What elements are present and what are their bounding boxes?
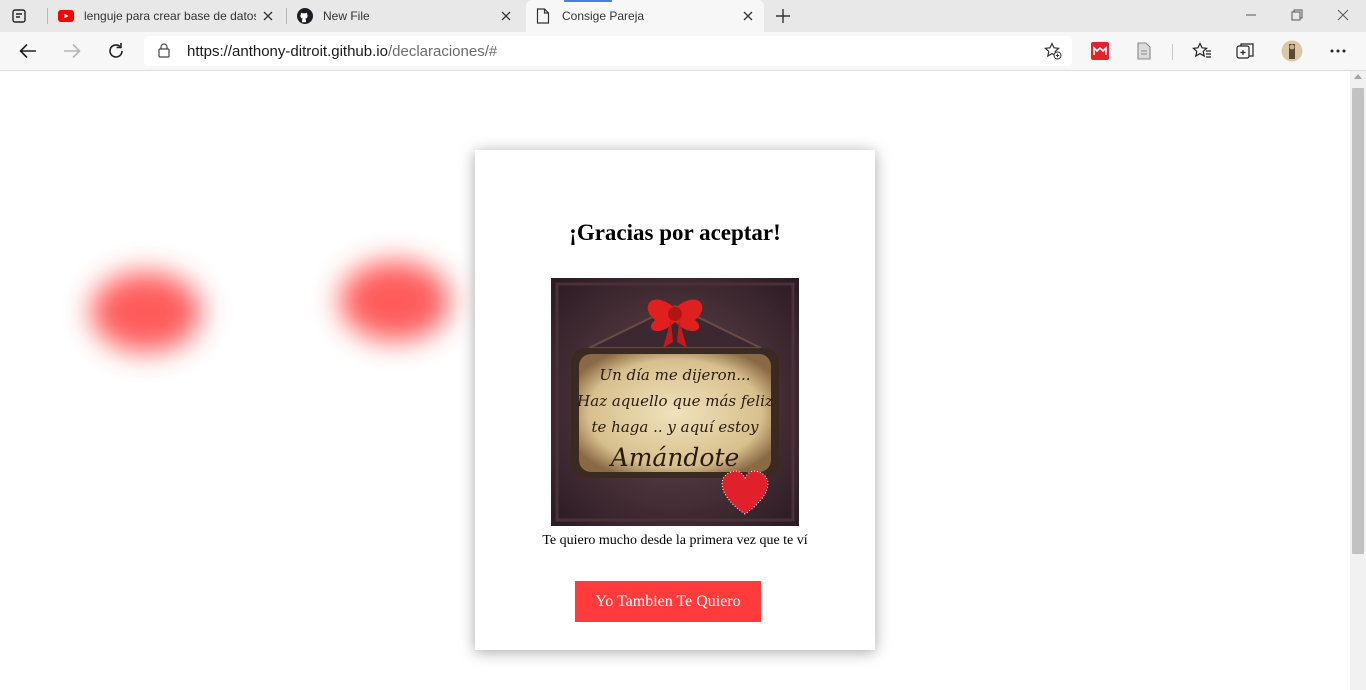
page-icon — [536, 8, 550, 27]
address-bar[interactable]: https://anthony-ditroit.github.io/declar… — [144, 36, 1072, 66]
love-quote-image: Un día me dijeron... Haz aquello que más… — [551, 278, 799, 526]
refresh-icon[interactable] — [102, 38, 130, 64]
restore-icon[interactable] — [1285, 4, 1309, 26]
scrollbar-thumb[interactable] — [1352, 88, 1364, 554]
love-message: Te quiero mucho desde la primera vez que… — [542, 533, 808, 548]
scroll-up-icon[interactable] — [1354, 74, 1362, 79]
back-icon[interactable] — [14, 38, 42, 64]
close-icon[interactable] — [740, 8, 756, 24]
page-scrollbar[interactable] — [1350, 71, 1366, 690]
tab-label: lenguje para crear base de datos — [84, 9, 256, 23]
lock-icon[interactable] — [158, 43, 170, 63]
forward-icon[interactable] — [58, 38, 86, 64]
url-host: https://anthony-ditroit.github.io — [187, 43, 388, 60]
tab-actions-icon[interactable] — [8, 6, 30, 26]
page-title: ¡Gracias por aceptar! — [569, 220, 781, 245]
close-icon[interactable] — [498, 8, 514, 24]
tab-label: New File — [323, 9, 370, 23]
toolbar-separator — [1172, 44, 1173, 60]
more-menu-icon[interactable] — [1326, 39, 1350, 63]
tab-separator — [47, 8, 48, 24]
url-path: /declaraciones/# — [387, 43, 498, 60]
url-text: https://anthony-ditroit.github.io/declar… — [187, 43, 497, 60]
decorative-blob — [91, 272, 201, 352]
image-text-line-3: te haga .. y aquí estoy — [591, 418, 759, 436]
github-icon — [297, 8, 313, 27]
favorites-icon[interactable] — [1190, 39, 1214, 63]
add-favorite-icon[interactable] — [1044, 42, 1062, 65]
tab-separator — [286, 8, 287, 24]
tab-youtube[interactable]: lenguje para crear base de datos — [52, 0, 284, 32]
minimize-icon[interactable] — [1239, 4, 1263, 26]
image-text-line-1: Un día me dijeron... — [599, 366, 750, 384]
close-window-icon[interactable] — [1331, 4, 1355, 26]
page-viewport: ¡Gracias por aceptar! Un día me dijeron.… — [0, 71, 1350, 690]
tab-strip: lenguje para crear base de datos New Fil… — [0, 0, 1366, 32]
thank-you-card: ¡Gracias por aceptar! Un día me dijeron.… — [475, 150, 875, 650]
collections-icon[interactable] — [1234, 39, 1258, 63]
tab-consige-pareja[interactable]: Consige Pareja — [526, 0, 764, 32]
reading-view-icon[interactable] — [1132, 39, 1156, 63]
image-text-line-4: Amándote — [609, 443, 740, 472]
tab-label: Consige Pareja — [562, 9, 645, 23]
youtube-icon — [58, 9, 74, 26]
browser-toolbar: https://anthony-ditroit.github.io/declar… — [0, 32, 1366, 71]
close-icon[interactable] — [260, 8, 276, 24]
new-tab-icon[interactable] — [772, 6, 794, 26]
decorative-blob — [340, 261, 450, 341]
profile-avatar-icon[interactable] — [1280, 39, 1304, 63]
extension-icon[interactable] — [1088, 39, 1112, 63]
i-love-you-too-button[interactable]: Yo Tambien Te Quiero — [575, 581, 761, 622]
image-text-line-2: Haz aquello que más feliz — [576, 392, 773, 410]
tab-github[interactable]: New File — [290, 0, 522, 32]
